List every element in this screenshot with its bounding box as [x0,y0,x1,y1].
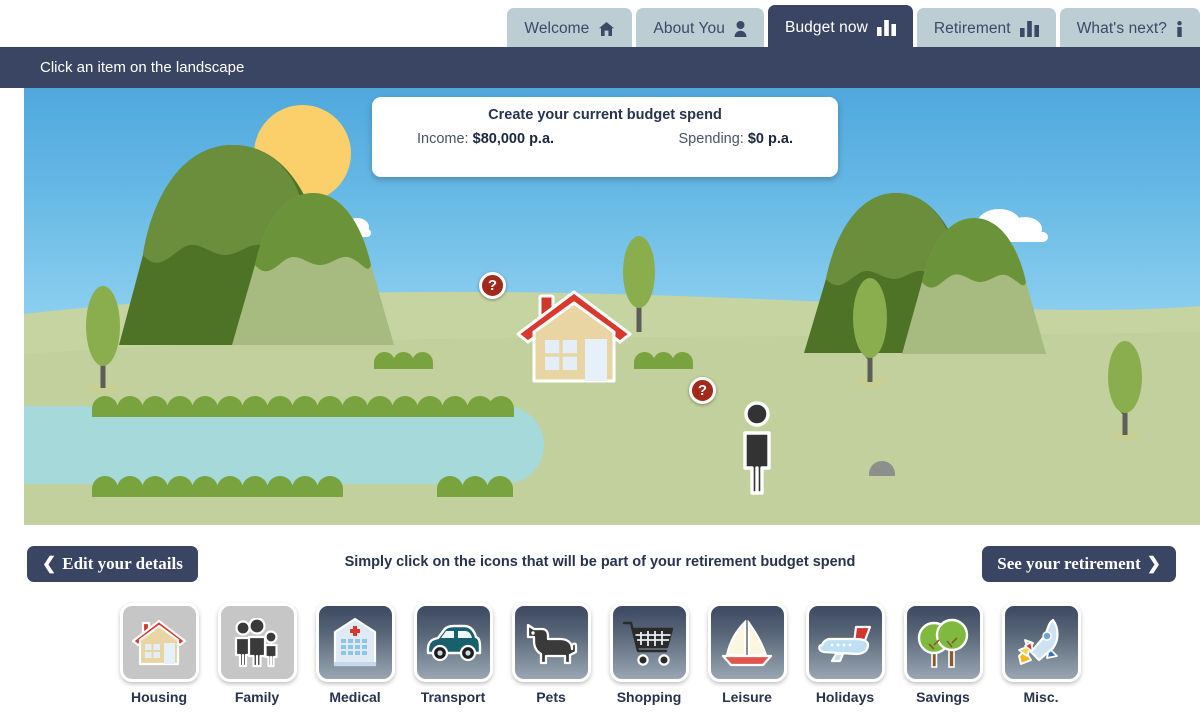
question-marker-person[interactable]: ? [689,377,716,404]
chevron-right-icon: ❯ [1146,554,1161,573]
tile-label: Holidays [815,689,875,705]
tab-label: Retirement [933,20,1011,37]
tree-icon-far-left [86,286,120,393]
tile-label: Medical [329,689,381,705]
family-icon [234,617,278,667]
house-icon[interactable] [512,288,637,388]
tile-label: Housing [131,689,187,705]
house-icon [131,619,187,665]
income-value: $80,000 p.a. [472,131,555,147]
tile-label: Transport [420,689,486,705]
tile-surface[interactable] [511,603,591,682]
trees-icon [917,618,969,668]
info-icon [1176,21,1183,37]
bush-clump-mid-right [634,347,704,369]
tile-label: Misc. [1023,689,1059,705]
tab-bar: Welcome About You Budget now Retirement [0,0,1200,50]
tile-surface[interactable] [315,603,395,682]
tab-retirement[interactable]: Retirement [916,8,1056,50]
bar-chart-icon [1019,21,1039,37]
tile-surface[interactable] [1001,603,1081,682]
landscape-scene[interactable]: ? ? Create your current budget spend Inc… [24,88,1200,525]
shopping-cart-icon [622,621,674,666]
instruction-text: Click an item on the landscape [40,59,245,76]
tree-icon-right-mid [853,278,887,387]
tile-surface[interactable] [707,603,787,682]
tile-medical[interactable]: Medical [315,603,395,705]
income-row: Income: $80,000 p.a. [417,131,554,147]
person-icon [734,21,747,37]
marker-label: ? [697,382,708,399]
tab-whats-next[interactable]: What's next? [1059,8,1200,50]
tile-label: Family [234,689,280,705]
lake [24,406,544,484]
question-marker-house[interactable]: ? [479,272,506,299]
see-your-retirement-button[interactable]: See your retirement ❯ [982,546,1176,582]
tile-surface[interactable] [609,603,689,682]
tile-surface[interactable] [903,603,983,682]
spending-label: Spending: [678,131,744,147]
mountain-small-left [232,193,394,345]
tile-label: Shopping [616,689,682,705]
bush-row-top [92,395,514,417]
tile-surface[interactable] [217,603,297,682]
bush-clump-mid-left [374,347,444,369]
tab-welcome[interactable]: Welcome [507,8,633,50]
tile-surface[interactable] [413,603,493,682]
control-row: ❮ Edit your details Simply click on the … [0,546,1200,586]
info-card-title: Create your current budget spend [488,107,722,123]
mountain-small-right [902,218,1046,354]
tile-misc[interactable]: Misc. [1001,603,1081,705]
tab-label: Budget now [785,18,868,36]
budget-planner-app: Welcome About You Budget now Retirement [0,0,1200,720]
tile-label: Leisure [722,689,772,705]
tile-transport[interactable]: Transport [413,603,493,705]
tab-label: Welcome [524,20,590,37]
info-card-values: Income: $80,000 p.a. Spending: $0 p.a. [372,131,838,147]
category-tile-bar: Housing Family Medical Transport Pets Sh… [0,603,1200,705]
tree-icon-far-right [1108,341,1142,440]
bar-chart-icon [876,19,896,36]
tile-housing[interactable]: Housing [119,603,199,705]
dog-icon [526,623,578,664]
tile-holidays[interactable]: Holidays [805,603,885,705]
budget-info-card: Create your current budget spend Income:… [372,97,838,177]
home-icon [598,21,615,37]
airplane-icon [818,625,872,662]
tile-family[interactable]: Family [217,603,297,705]
tile-label: Savings [916,689,970,705]
tab-budget-now[interactable]: Budget now [768,5,913,50]
marker-label: ? [487,277,498,294]
bush-row-bottom [92,475,513,497]
spending-row: Spending: $0 p.a. [679,131,793,147]
rocket-icon [1018,618,1059,665]
tab-label: What's next? [1076,20,1167,37]
sailboat-icon [721,619,773,666]
tile-surface[interactable] [119,603,199,682]
hospital-icon [333,617,377,666]
tile-shopping[interactable]: Shopping [609,603,689,705]
tile-leisure[interactable]: Leisure [707,603,787,705]
income-label: Income: [417,131,469,147]
tab-about-you[interactable]: About You [636,8,764,50]
button-label: See your retirement [997,554,1141,573]
tab-label: About You [653,20,725,37]
spending-value: $0 p.a. [747,131,793,147]
tile-savings[interactable]: Savings [903,603,983,705]
tile-label: Pets [536,689,566,705]
instruction-bar: Click an item on the landscape [0,47,1200,88]
tile-pets[interactable]: Pets [511,603,591,705]
tile-surface[interactable] [805,603,885,682]
car-icon [426,624,482,661]
person-icon[interactable] [734,401,780,496]
